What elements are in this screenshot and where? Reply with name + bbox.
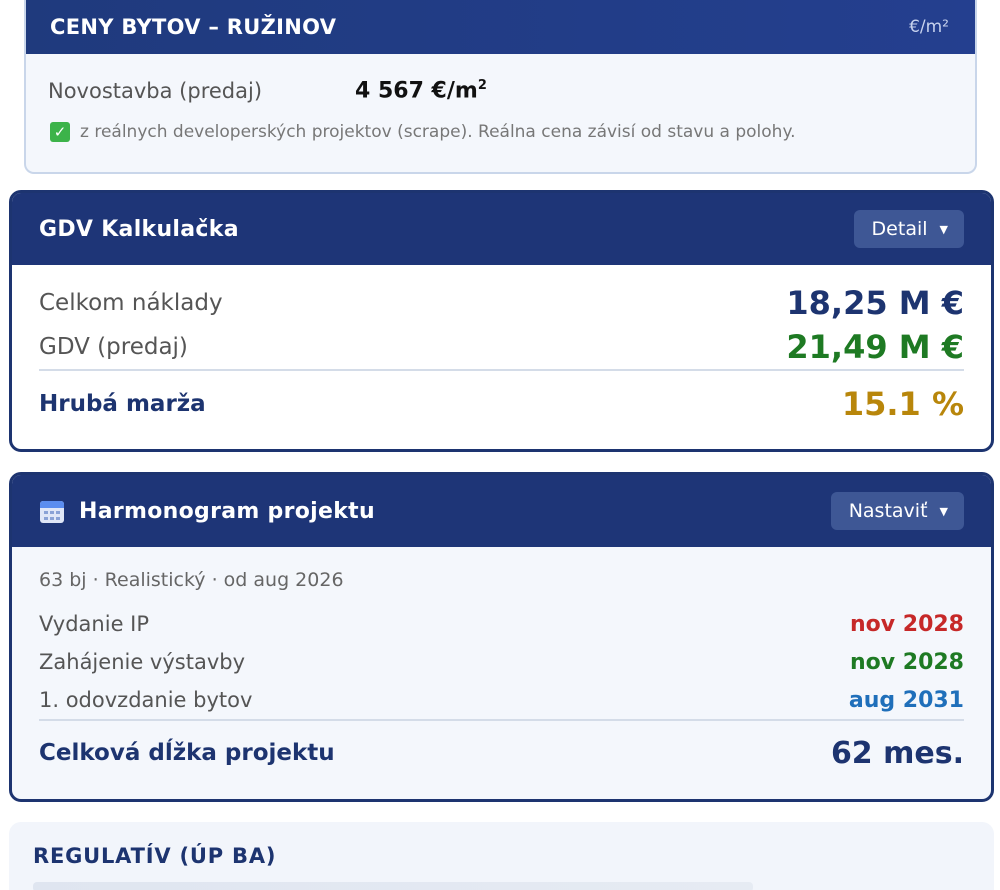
- harmonogram-body: 63 bj · Realistický · od aug 2026 Vydani…: [12, 547, 991, 785]
- prices-note-text: z reálnych developerských projektov (scr…: [80, 122, 796, 142]
- check-icon: ✓: [50, 122, 70, 142]
- regulativ-text-placeholder: [33, 882, 753, 890]
- gdv-row-label: Celkom náklady: [39, 290, 223, 316]
- gdv-detail-button[interactable]: Detail ▼: [853, 210, 964, 248]
- caret-down-icon: ▼: [939, 504, 948, 518]
- harmonogram-row-construction: Zahájenie výstavby nov 2028: [39, 643, 964, 681]
- harmonogram-total-value: 62 mes.: [830, 735, 964, 771]
- prices-row-value: 4 567 €/m2: [355, 78, 487, 103]
- gdv-total-row: Hrubá marža 15.1 %: [39, 371, 964, 437]
- gdv-detail-label: Detail: [871, 218, 928, 240]
- caret-down-icon: ▼: [939, 222, 948, 236]
- harmonogram-row-value: aug 2031: [848, 687, 964, 713]
- gdv-row-label: GDV (predaj): [39, 334, 188, 360]
- gdv-row-value: 18,25 M €: [786, 284, 964, 322]
- gdv-body: Celkom náklady 18,25 M € GDV (predaj) 21…: [12, 265, 991, 437]
- regulativ-title: REGULATÍV (ÚP BA): [33, 844, 277, 868]
- prices-unit: €/m²: [909, 17, 949, 37]
- harmonogram-header: Harmonogram projektu Nastaviť ▼: [12, 475, 991, 547]
- harmonogram-row-label: Vydanie IP: [39, 612, 150, 636]
- harmonogram-row-label: Zahájenie výstavby: [39, 650, 246, 674]
- harmonogram-subtitle: 63 bj · Realistický · od aug 2026: [39, 569, 344, 591]
- prices-row: Novostavba (predaj) 4 567 €/m2: [26, 54, 975, 128]
- prices-value-sup: 2: [477, 78, 487, 94]
- gdv-title: GDV Kalkulačka: [39, 216, 239, 242]
- harmonogram-card: Harmonogram projektu Nastaviť ▼ 63 bj · …: [9, 472, 994, 802]
- harmonogram-row-handover: 1. odovzdanie bytov aug 2031: [39, 681, 964, 719]
- gdv-card: GDV Kalkulačka Detail ▼ Celkom náklady 1…: [9, 190, 994, 452]
- harmonogram-row-permit: Vydanie IP nov 2028: [39, 605, 964, 643]
- harmonogram-settings-button[interactable]: Nastaviť ▼: [830, 492, 964, 530]
- harmonogram-row-label: 1. odovzdanie bytov: [39, 688, 253, 712]
- harmonogram-row-value: nov 2028: [849, 649, 964, 675]
- prices-title: CENY BYTOV – RUŽINOV: [50, 15, 337, 39]
- gdv-row-sales: GDV (predaj) 21,49 M €: [39, 325, 964, 369]
- harmonogram-total-label: Celková dĺžka projektu: [39, 740, 335, 766]
- harmonogram-title-wrap: Harmonogram projektu: [39, 498, 375, 524]
- harmonogram-settings-label: Nastaviť: [848, 500, 928, 522]
- gdv-header: GDV Kalkulačka Detail ▼: [12, 193, 991, 265]
- prices-row-label: Novostavba (predaj): [48, 79, 263, 103]
- calendar-icon: [40, 501, 64, 523]
- gdv-row-costs: Celkom náklady 18,25 M €: [39, 281, 964, 325]
- regulativ-card: REGULATÍV (ÚP BA): [9, 822, 994, 890]
- harmonogram-title: Harmonogram projektu: [79, 498, 375, 524]
- prices-card: CENY BYTOV – RUŽINOV €/m² Novostavba (pr…: [24, 0, 977, 174]
- harmonogram-total-row: Celková dĺžka projektu 62 mes.: [39, 721, 964, 785]
- harmonogram-row-value: nov 2028: [849, 611, 964, 637]
- prices-note: ✓ z reálnych developerských projektov (s…: [26, 122, 975, 142]
- gdv-total-label: Hrubá marža: [39, 391, 206, 417]
- prices-value-text: 4 567 €/m: [355, 78, 478, 104]
- gdv-row-value: 21,49 M €: [786, 328, 964, 366]
- prices-header: CENY BYTOV – RUŽINOV €/m²: [26, 0, 975, 54]
- gdv-total-value: 15.1 %: [841, 385, 964, 423]
